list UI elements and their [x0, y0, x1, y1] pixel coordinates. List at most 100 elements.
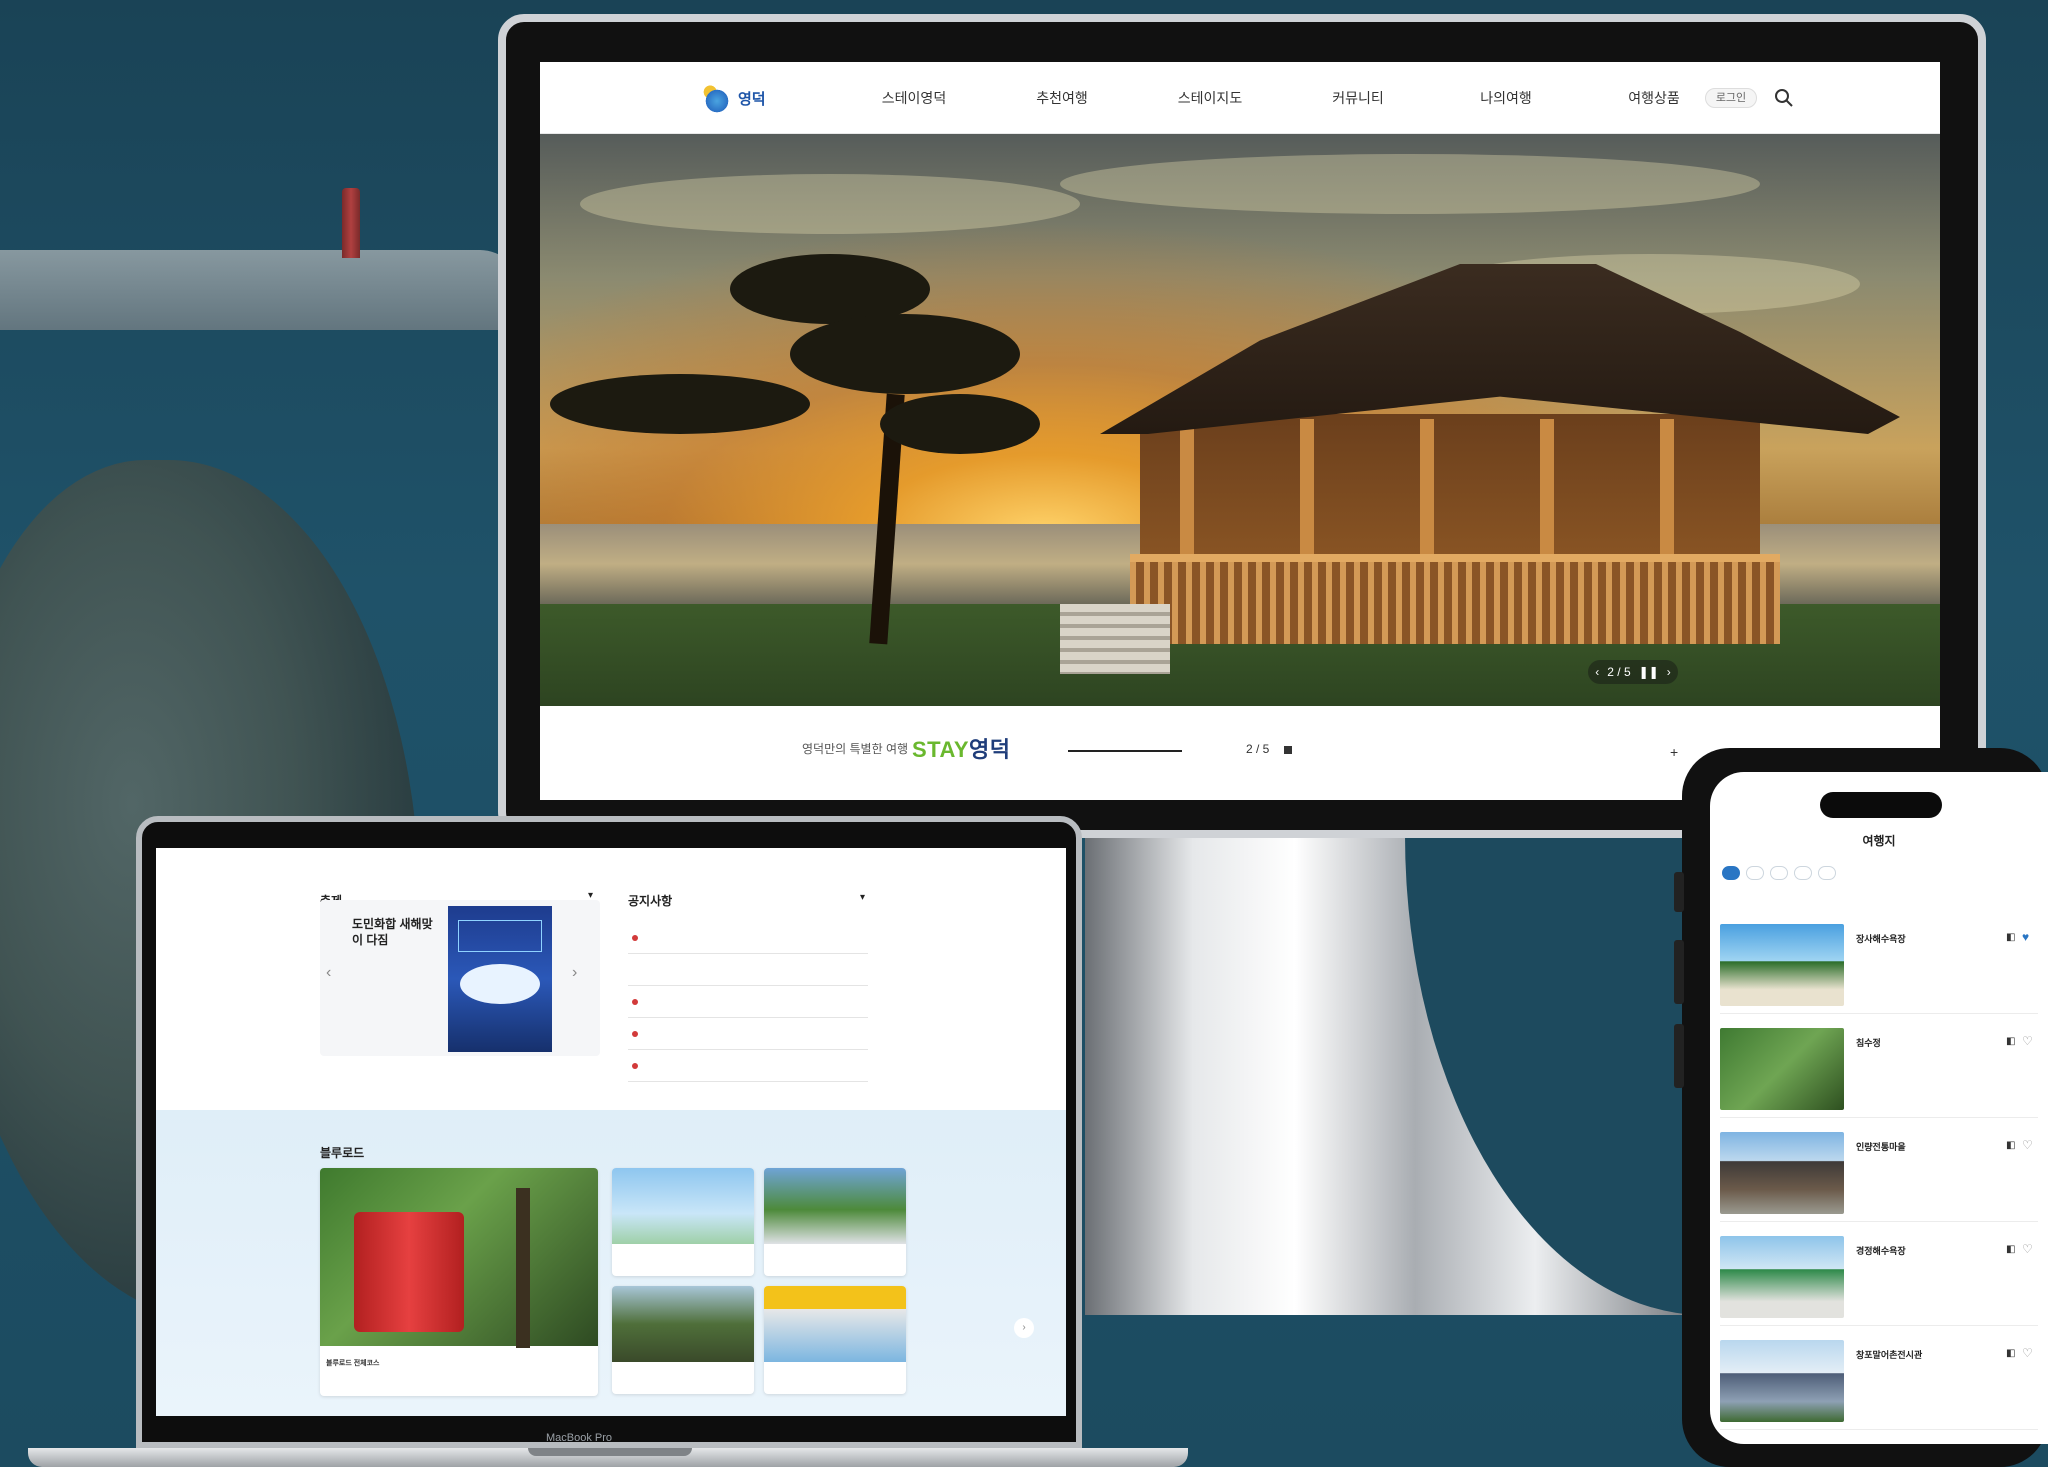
slide-count: 2 / 5 [1246, 742, 1270, 756]
laptop-screen: 축제 ▾ 도민화합 새해맞이 다짐 ‹ › 공지사항 ▾ 블루로드 블루로드 전… [156, 848, 1066, 1416]
phone-side-button [1674, 940, 1684, 1004]
pavilion-column [1180, 419, 1194, 559]
blueroad-card[interactable] [612, 1286, 754, 1394]
notice-row[interactable] [628, 1050, 868, 1082]
heart-icon[interactable]: ♥ [2022, 930, 2029, 944]
blueroad-card-main[interactable]: 블루로드 전체코스 [320, 1168, 598, 1396]
filter-chip[interactable] [1794, 866, 1812, 880]
list-item-thumbnail [1720, 1236, 1844, 1318]
hero-cloud [1060, 154, 1760, 214]
nav-menu: 스테이영덕 추천여행 스테이지도 커뮤니티 나의여행 여행상품 [840, 62, 1728, 134]
poster-title-box [458, 920, 542, 952]
blueroad-card-image [764, 1168, 906, 1244]
laptop-notch [528, 1448, 692, 1456]
hero-pause-button[interactable]: ❚❚ [1639, 665, 1659, 679]
new-badge-icon [632, 998, 638, 1005]
nav-item-recommended-trip[interactable]: 추천여행 [988, 88, 1136, 108]
top-nav: 영덕 스테이영덕 추천여행 스테이지도 커뮤니티 나의여행 여행상품 로그인 [540, 62, 1940, 134]
logo-text: 영덕 [738, 90, 766, 108]
list-item-name: 창포말어촌전시관 [1856, 1350, 1923, 1360]
heart-icon[interactable]: ♡ [2022, 1242, 2033, 1256]
pine-tree-crown [790, 314, 1020, 394]
filter-chip[interactable] [1770, 866, 1788, 880]
hero-next-button[interactable]: › [1667, 665, 1671, 679]
blueroad-section: 블루로드 블루로드 전체코스 [156, 1110, 1066, 1416]
festival-prev-button[interactable]: ‹ [326, 964, 331, 982]
blueroad-card-image [764, 1286, 906, 1362]
hero-cloud [580, 174, 1080, 234]
phone-side-button [1674, 1024, 1684, 1088]
map-icon[interactable]: ◧ [2006, 1348, 2015, 1359]
search-icon[interactable] [1772, 86, 1796, 110]
nav-item-my-trip[interactable]: 나의여행 [1432, 88, 1580, 108]
hero-prev-button[interactable]: ‹ [1595, 665, 1599, 679]
plus-button[interactable]: + [1670, 744, 1678, 760]
notice-list [628, 922, 868, 1082]
heart-icon[interactable]: ♡ [2022, 1138, 2033, 1152]
festival-event-title: 도민화합 새해맞이 다짐 [352, 917, 433, 947]
festival-next-button[interactable]: › [572, 964, 577, 982]
notice-toggle[interactable]: ▾ [860, 892, 865, 903]
list-item[interactable]: 인량전통마을 ◧ ♡ [1720, 1126, 2038, 1222]
phone-filter-chips [1722, 866, 1836, 880]
filter-chip-active[interactable] [1722, 866, 1740, 880]
phone-side-button [1674, 872, 1684, 912]
list-item-name: 경정해수욕장 [1856, 1246, 1906, 1256]
caption-brand: STAY영덕 [912, 732, 1011, 764]
festival-card[interactable]: 도민화합 새해맞이 다짐 ‹ › [320, 900, 600, 1056]
pavilion-column [1540, 419, 1554, 559]
blueroad-next-button[interactable]: › [1014, 1318, 1034, 1338]
hero-slide-pager: ‹ 2 / 5 ❚❚ › [1588, 660, 1678, 684]
pine-tree-crown [550, 374, 810, 434]
list-item[interactable]: 경정해수욕장 ◧ ♡ [1720, 1230, 2038, 1326]
filter-chip[interactable] [1746, 866, 1764, 880]
blueroad-card[interactable] [612, 1168, 754, 1276]
festival-poster [448, 906, 552, 1052]
login-button[interactable]: 로그인 [1705, 88, 1757, 108]
poster-bubble [460, 964, 540, 1004]
pavilion-column [1420, 419, 1434, 559]
list-item-name: 인량전통마을 [1856, 1142, 1906, 1152]
blueroad-card[interactable] [764, 1286, 906, 1394]
notice-row[interactable] [628, 954, 868, 986]
blueroad-main-image [320, 1168, 598, 1348]
list-item[interactable]: 장사해수욕장 ◧ ♥ [1720, 918, 2038, 1014]
phone-screen: 여행지 장사해수욕장 ◧ ♥ 침수정 ◧ ♡ 인량전통마을 ◧ ♡ 경정해수욕장 [1710, 772, 2048, 1444]
notice-row[interactable] [628, 922, 868, 954]
pavilion-column [1660, 419, 1674, 559]
site-logo[interactable]: 영덕 [700, 76, 780, 120]
map-icon[interactable]: ◧ [2006, 932, 2015, 943]
heart-icon[interactable]: ♡ [2022, 1034, 2033, 1048]
map-icon[interactable]: ◧ [2006, 1244, 2015, 1255]
slide-progress-bar [1068, 750, 1182, 752]
blueroad-card-image [612, 1286, 754, 1362]
pause-icon[interactable] [1284, 746, 1292, 754]
phone-dynamic-island [1820, 792, 1942, 818]
list-item[interactable]: 창포말어촌전시관 ◧ ♡ [1720, 1334, 2038, 1430]
mailbox-shape [354, 1212, 464, 1332]
list-item-thumbnail [1720, 1132, 1844, 1214]
blueroad-section-title: 블루로드 [320, 1146, 365, 1160]
hero-pager-count: 2 / 5 [1607, 665, 1631, 679]
nav-item-stay[interactable]: 스테이영덕 [840, 88, 988, 108]
list-item[interactable]: 침수정 ◧ ♡ [1720, 1022, 2038, 1118]
hero-banner: ‹ 2 / 5 ❚❚ › [540, 134, 1940, 706]
blueroad-card-image [612, 1168, 754, 1244]
pavilion-railing [1130, 554, 1780, 644]
notice-row[interactable] [628, 1018, 868, 1050]
map-icon[interactable]: ◧ [2006, 1140, 2015, 1151]
notice-row[interactable] [628, 986, 868, 1018]
nav-item-stay-map[interactable]: 스테이지도 [1136, 88, 1284, 108]
heart-icon[interactable]: ♡ [2022, 1346, 2033, 1360]
list-item-thumbnail [1720, 924, 1844, 1006]
laptop-brand-label: MacBook Pro [546, 1432, 613, 1444]
post-shape [516, 1188, 530, 1348]
nav-item-community[interactable]: 커뮤니티 [1284, 88, 1432, 108]
map-icon[interactable]: ◧ [2006, 1036, 2015, 1047]
list-item-thumbnail [1720, 1340, 1844, 1422]
desktop-screen: 영덕 스테이영덕 추천여행 스테이지도 커뮤니티 나의여행 여행상품 로그인 ‹… [540, 62, 1940, 800]
pavilion-column [1300, 419, 1314, 559]
filter-chip[interactable] [1818, 866, 1836, 880]
new-badge-icon [632, 1030, 638, 1037]
blueroad-card[interactable] [764, 1168, 906, 1276]
